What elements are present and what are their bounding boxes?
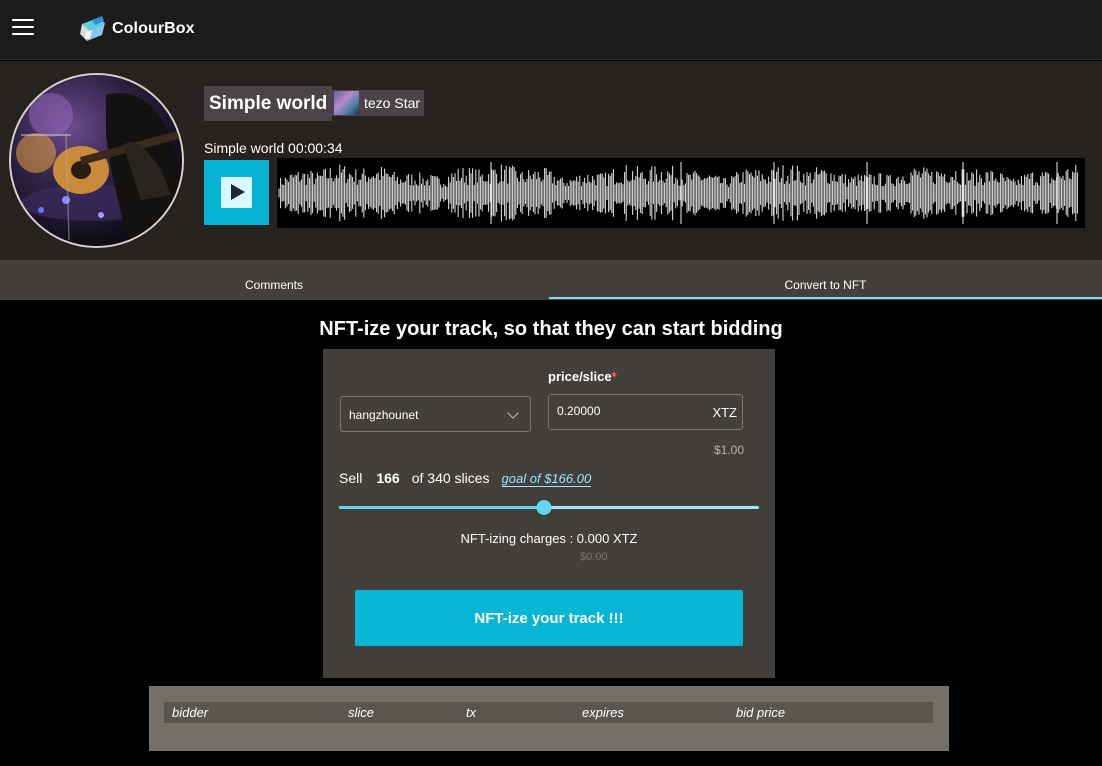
column-slice: slice bbox=[348, 705, 375, 720]
column-bid-price: bid price bbox=[736, 705, 786, 720]
sell-count: 166 bbox=[376, 470, 400, 486]
track-cover-image bbox=[9, 73, 184, 248]
sell-prefix: Sell bbox=[339, 470, 363, 486]
play-icon bbox=[221, 177, 252, 208]
play-button[interactable] bbox=[204, 160, 269, 225]
app-bar: ColourBox bbox=[0, 0, 1102, 60]
artist-name: tezo Star bbox=[364, 95, 421, 111]
hamburger-menu-icon[interactable] bbox=[12, 19, 34, 39]
price-input[interactable] bbox=[557, 404, 697, 418]
track-time-label: Simple world 00:00:34 bbox=[204, 140, 343, 156]
slider-thumb[interactable] bbox=[536, 500, 552, 515]
price-usd: $1.00 bbox=[714, 443, 745, 457]
column-expires: expires bbox=[582, 705, 624, 720]
track-title: Simple world bbox=[204, 86, 333, 121]
nft-charges: NFT-izing charges : 0.000 XTZ bbox=[460, 531, 638, 546]
nft-charges-usd: $0.00 bbox=[580, 551, 608, 563]
nft-form: hangzhounet price/slice* XTZ $1.00 Sell … bbox=[323, 349, 775, 678]
sell-summary: Sell 166 of 340 slices goal of $166.00 bbox=[339, 470, 592, 487]
slices-slider[interactable] bbox=[339, 500, 759, 516]
network-select[interactable]: hangzhounet bbox=[340, 396, 531, 432]
chevron-down-icon bbox=[507, 407, 519, 419]
price-field[interactable]: XTZ bbox=[548, 394, 743, 430]
sell-total: of 340 slices bbox=[411, 470, 490, 486]
slider-fill bbox=[339, 506, 544, 509]
app-name: ColourBox bbox=[112, 20, 195, 37]
tab-comments[interactable]: Comments bbox=[0, 260, 548, 300]
bids-table: bidder slice tx expires bid price bbox=[149, 686, 949, 751]
nft-heading: NFT-ize your track, so that they can sta… bbox=[319, 318, 783, 340]
artist-avatar bbox=[334, 91, 359, 115]
required-mark: * bbox=[611, 369, 617, 384]
network-select-value: hangzhounet bbox=[349, 408, 419, 422]
column-tx: tx bbox=[466, 705, 477, 720]
goal-link[interactable]: goal of $166.00 bbox=[501, 471, 592, 487]
bids-table-header: bidder slice tx expires bid price bbox=[164, 702, 933, 723]
track-player: Simple world tezo Star Simple world 00:0… bbox=[0, 61, 1102, 260]
price-currency: XTZ bbox=[712, 405, 737, 420]
nft-ize-button[interactable]: NFT-ize your track !!! bbox=[355, 590, 743, 646]
active-tab-indicator bbox=[549, 297, 1102, 299]
column-bidder: bidder bbox=[172, 705, 209, 720]
tab-bar: Comments Convert to NFT bbox=[0, 260, 1102, 300]
artist-chip[interactable]: tezo Star bbox=[331, 90, 425, 116]
tab-convert-to-nft[interactable]: Convert to NFT bbox=[549, 260, 1102, 300]
app-logo[interactable]: ColourBox bbox=[78, 13, 195, 45]
audio-waveform[interactable] bbox=[277, 158, 1085, 228]
colourbox-logo-icon bbox=[80, 16, 105, 41]
price-label: price/slice* bbox=[548, 369, 617, 384]
